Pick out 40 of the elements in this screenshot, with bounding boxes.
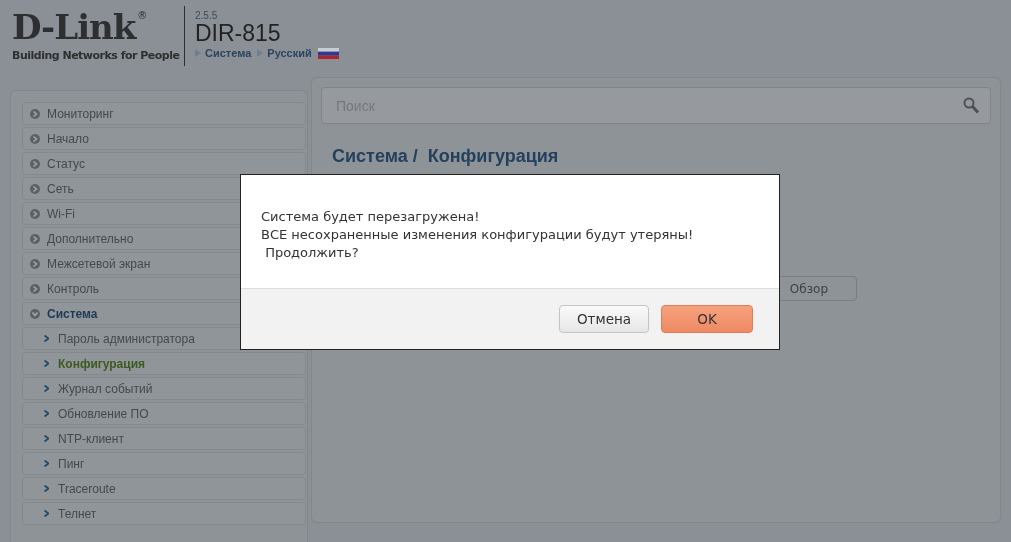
version-label: 2.5.5 bbox=[195, 11, 219, 21]
sidebar-item[interactable]: Начало bbox=[22, 127, 306, 150]
sidebar-item[interactable]: Журнал событий bbox=[22, 377, 306, 400]
chevron-right-icon bbox=[30, 233, 40, 244]
chevron-right-icon bbox=[44, 335, 49, 342]
chevron-right-icon bbox=[44, 410, 49, 417]
chevron-right-icon bbox=[30, 108, 40, 119]
page-title: Система / Конфигурация bbox=[332, 146, 560, 167]
logo: D-Link bbox=[12, 10, 136, 44]
sidebar-item[interactable]: Мониторинг bbox=[22, 102, 306, 125]
chevron-right-icon bbox=[30, 183, 40, 194]
cancel-button[interactable]: Отмена bbox=[559, 305, 649, 333]
sidebar-item[interactable]: Пинг bbox=[22, 452, 306, 475]
breadcrumb-link[interactable]: Система bbox=[205, 47, 252, 59]
sidebar-item[interactable]: Телнет bbox=[22, 502, 306, 525]
sidebar-item[interactable]: Конфигурация bbox=[22, 352, 306, 375]
chevron-right-icon bbox=[44, 485, 49, 492]
triangle-icon bbox=[195, 49, 201, 57]
sidebar-item[interactable]: NTP-клиент bbox=[22, 427, 306, 450]
ok-button[interactable]: OK bbox=[661, 305, 753, 333]
triangle-icon bbox=[257, 49, 264, 57]
search-icon bbox=[963, 97, 979, 114]
sidebar-item[interactable]: Статус bbox=[22, 152, 306, 175]
sidebar-item[interactable]: Обновление ПО bbox=[22, 402, 306, 425]
chevron-right-icon bbox=[44, 510, 49, 517]
tagline: Building Networks for People bbox=[12, 49, 180, 63]
model-name: DIR-815 bbox=[195, 21, 282, 45]
chevron-right-icon bbox=[30, 208, 40, 219]
chevron-down-icon bbox=[30, 308, 40, 319]
breadcrumb-link[interactable]: Русский bbox=[267, 47, 312, 59]
chevron-right-icon bbox=[44, 385, 49, 392]
chevron-right-icon bbox=[30, 258, 40, 269]
chevron-right-icon bbox=[30, 283, 40, 294]
chevron-right-icon bbox=[44, 360, 49, 367]
registered-mark: ® bbox=[137, 10, 148, 21]
chevron-right-icon bbox=[30, 133, 40, 144]
chevron-right-icon bbox=[44, 460, 49, 467]
chevron-right-icon bbox=[30, 158, 40, 169]
chevron-right-icon bbox=[44, 435, 49, 442]
sidebar-item[interactable]: Traceroute bbox=[22, 477, 306, 500]
